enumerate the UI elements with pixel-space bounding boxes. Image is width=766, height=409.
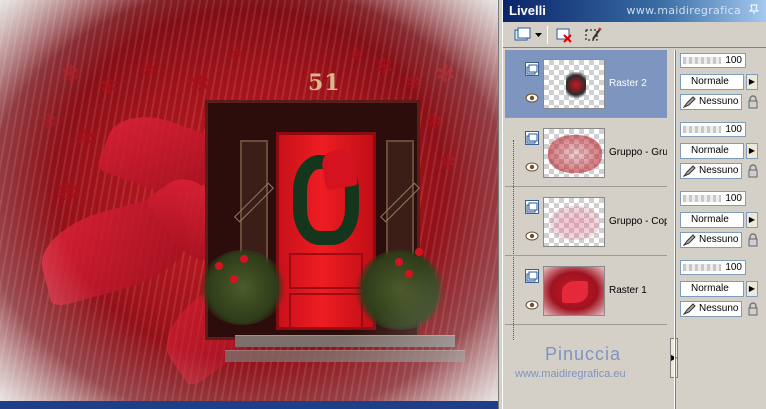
mask-select[interactable]: Nessuno xyxy=(680,94,742,110)
delete-layer-button[interactable] xyxy=(553,25,575,45)
layer-icon xyxy=(526,64,538,75)
new-layer-icon xyxy=(514,27,531,41)
lock-icon[interactable] xyxy=(746,95,760,109)
layer-props-row: 100 Normale ▶ Nessuno xyxy=(678,119,766,187)
layer-row[interactable]: Raster 2 xyxy=(505,50,667,118)
opacity-slider[interactable]: 100 xyxy=(680,122,746,137)
layers-toolbar xyxy=(503,22,766,48)
layer-properties: 100 Normale ▶ Nessuno 100 Normale ▶ Ness… xyxy=(678,50,766,350)
signature-name: Pinuccia xyxy=(545,344,622,364)
layer-props-row: 100 Normale ▶ Nessuno xyxy=(678,188,766,256)
layer-icon xyxy=(526,271,538,282)
layer-name: Raster 2 xyxy=(609,78,647,89)
layer-visibility-toggle[interactable] xyxy=(525,269,539,283)
blend-dropdown-arrow[interactable]: ▶ xyxy=(746,212,758,228)
layer-visibility-toggle[interactable] xyxy=(525,200,539,214)
layer-visibility-toggle[interactable] xyxy=(525,131,539,145)
layer-thumbnail xyxy=(543,59,605,109)
mask-label: Nessuno xyxy=(699,234,739,245)
brush-icon xyxy=(682,96,696,109)
blend-mode-select[interactable]: Normale xyxy=(680,74,744,90)
blend-mode-select[interactable]: Normale xyxy=(680,143,744,159)
canvas-vignette xyxy=(0,0,498,409)
mask-select[interactable]: Nessuno xyxy=(680,301,742,317)
image-canvas[interactable]: ❄ ✻ ❄ ✻ ❄ ❄ ✻ ❄ ✻ ❄ ✻ ❄ ✻ ❄ 51 xyxy=(0,0,499,409)
blend-dropdown-arrow[interactable]: ▶ xyxy=(746,143,758,159)
layer-group-icon xyxy=(526,133,538,144)
palette-titlebar[interactable]: Livelli www.maidiregrafica xyxy=(503,0,766,22)
mask-label: Nessuno xyxy=(699,303,739,314)
palette-splitter[interactable] xyxy=(674,50,676,409)
layer-row[interactable]: Gruppo - Grup xyxy=(505,119,667,187)
brush-icon xyxy=(682,165,696,178)
lock-icon[interactable] xyxy=(746,302,760,316)
layer-row[interactable]: Gruppo - Copi xyxy=(505,188,667,256)
layer-thumbnail xyxy=(543,128,605,178)
opacity-slider[interactable]: 100 xyxy=(680,53,746,68)
eye-icon[interactable] xyxy=(525,228,539,241)
new-layer-dropdown[interactable] xyxy=(534,25,542,45)
edit-selection-button[interactable] xyxy=(583,25,605,45)
pin-icon[interactable] xyxy=(747,3,761,17)
canvas-status-strip xyxy=(0,401,498,409)
layers-palette: Livelli www.maidiregrafica Raster 2 Grup… xyxy=(502,0,766,409)
mask-select[interactable]: Nessuno xyxy=(680,232,742,248)
layer-row[interactable]: Raster 1 xyxy=(505,257,667,325)
watermark-text: www.maidiregrafica xyxy=(626,4,741,17)
layer-props-row: 100 Normale ▶ Nessuno xyxy=(678,50,766,118)
eye-icon[interactable] xyxy=(525,159,539,172)
new-layer-button[interactable] xyxy=(511,25,533,45)
opacity-slider[interactable]: 100 xyxy=(680,191,746,206)
palette-title: Livelli xyxy=(509,3,546,18)
mask-select[interactable]: Nessuno xyxy=(680,163,742,179)
edit-selection-icon xyxy=(585,27,602,41)
layer-thumbnail xyxy=(543,197,605,247)
brush-icon xyxy=(682,234,696,247)
signature-url: www.maidiregrafica.eu xyxy=(515,368,626,380)
layer-name: Gruppo - Grup xyxy=(609,147,667,158)
blend-mode-select[interactable]: Normale xyxy=(680,212,744,228)
toolbar-separator xyxy=(547,26,548,44)
layer-thumbnail xyxy=(543,266,605,316)
layer-name: Gruppo - Copi xyxy=(609,216,667,227)
blend-dropdown-arrow[interactable]: ▶ xyxy=(746,281,758,297)
layer-props-row: 100 Normale ▶ Nessuno xyxy=(678,257,766,325)
eye-icon[interactable] xyxy=(525,90,539,103)
blend-mode-select[interactable]: Normale xyxy=(680,281,744,297)
lock-icon[interactable] xyxy=(746,233,760,247)
lock-icon[interactable] xyxy=(746,164,760,178)
dropdown-arrow-icon xyxy=(534,32,542,37)
eye-icon[interactable] xyxy=(525,297,539,310)
opacity-slider[interactable]: 100 xyxy=(680,260,746,275)
layer-name: Raster 1 xyxy=(609,285,647,296)
blend-dropdown-arrow[interactable]: ▶ xyxy=(746,74,758,90)
layer-visibility-toggle[interactable] xyxy=(525,62,539,76)
mask-label: Nessuno xyxy=(699,165,739,176)
delete-layer-icon xyxy=(556,28,572,43)
mask-label: Nessuno xyxy=(699,96,739,107)
brush-icon xyxy=(682,303,696,316)
layer-group-icon xyxy=(526,202,538,213)
